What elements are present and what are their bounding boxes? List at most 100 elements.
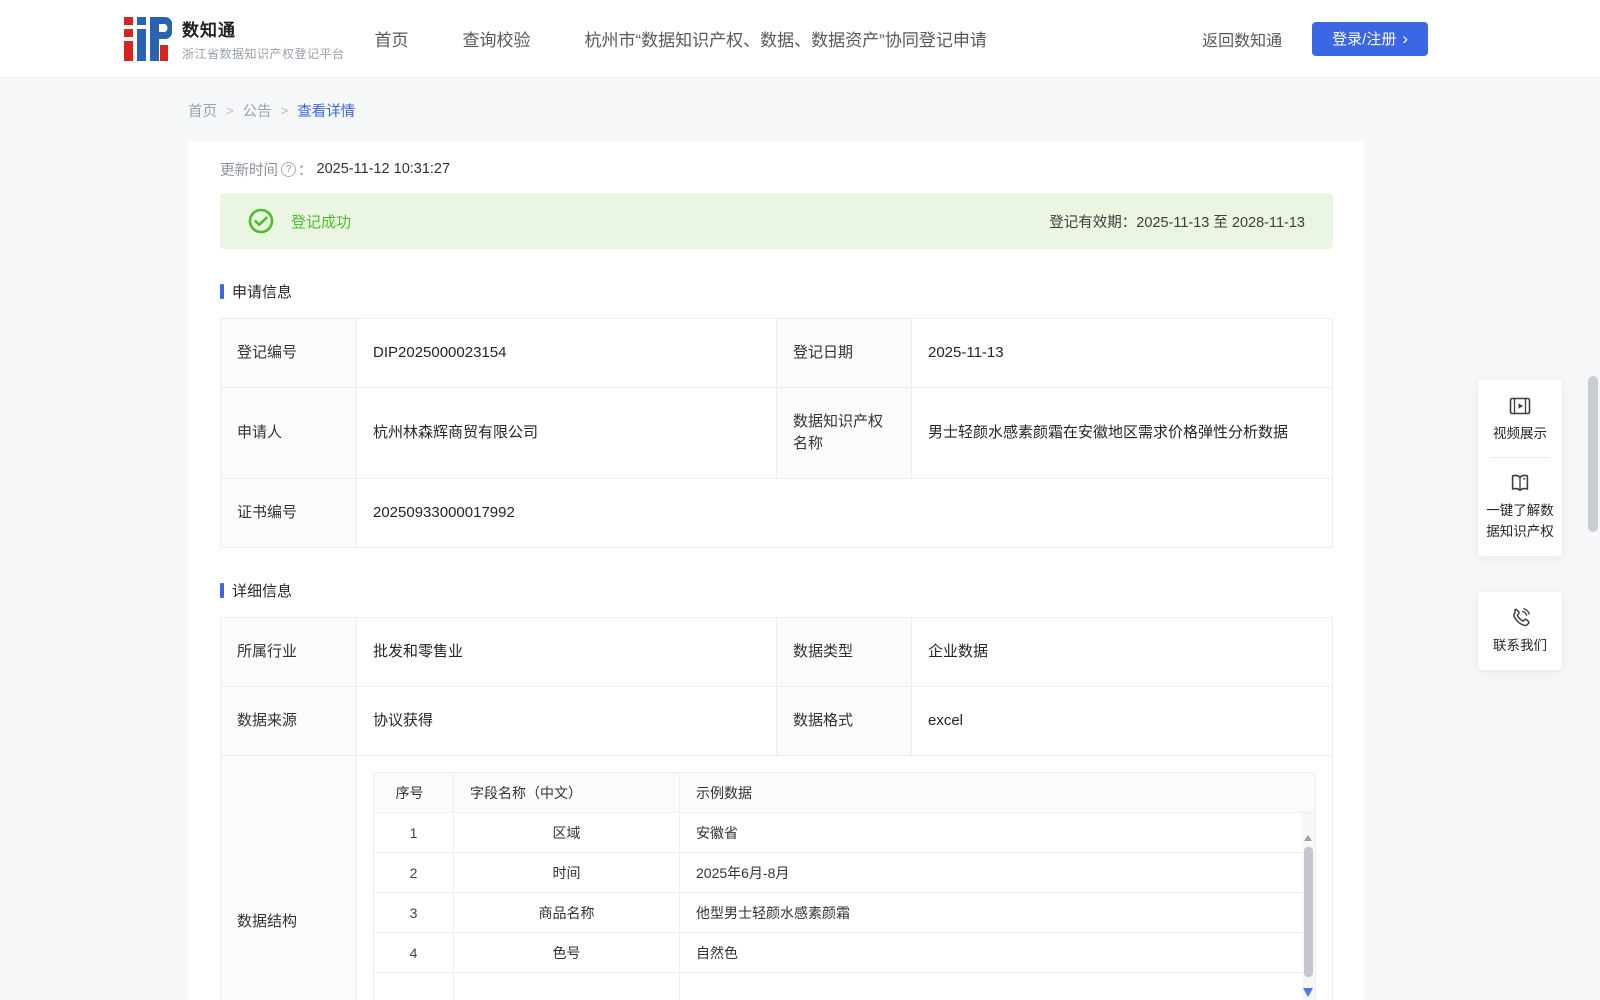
update-time-value: 2025-11-12 10:31:27 [316,161,451,177]
table-row: 登记编号 DIP2025000023154 登记日期 2025-11-13 [220,318,1333,388]
field-label: 数据格式 [776,686,912,756]
cell-field-name: 时间 [453,852,680,893]
registration-status-text: 登记成功 [291,213,352,231]
cell-sample-data: 安徽省 [679,812,1316,853]
success-check-icon [248,208,274,234]
field-value-registration-number: DIP2025000023154 [356,318,777,388]
breadcrumb-current: 查看详情 [297,104,356,120]
header-right: 返回数知通 登录/注册 › [1202,21,1428,56]
field-value-industry: 批发和零售业 [356,617,777,687]
table-row: 申请人 杭州林森辉商贸有限公司 数据知识产权名称 男士轻颜水感素颜霜在安徽地区需… [220,387,1333,479]
field-label: 登记编号 [220,318,357,388]
cell-sample-data: 2025年6月-8月 [679,852,1316,893]
field-value-data-source: 协议获得 [356,686,777,756]
field-label: 证书编号 [220,478,357,548]
nav-item-hangzhou-joint-registration[interactable]: 杭州市“数据知识产权、数据、数据资产”协同登记申请 [585,26,987,51]
data-structure-row: 数据结构 序号 字段名称（中文） 示例数据 1 区域 安徽省 2 时间 2025… [220,755,1333,1000]
detail-info-section-title: 详细信息 [232,583,293,600]
table-row: 所属行业 批发和零售业 数据类型 企业数据 [220,617,1333,687]
data-structure-cell: 序号 字段名称（中文） 示例数据 1 区域 安徽省 2 时间 2025年6月-8… [356,755,1333,1000]
update-time-label: 更新时间 [220,162,278,179]
col-header-index: 序号 [373,772,454,813]
field-value-data-type: 企业数据 [911,617,1333,687]
field-label-data-structure: 数据结构 [220,755,357,1000]
col-header-field-name: 字段名称（中文） [453,772,680,813]
main-nav: 首页 查询校验 杭州市“数据知识产权、数据、数据资产”协同登记申请 [375,26,987,51]
validity-period: 登记有效期：2025-11-13 至 2028-11-13 [1049,211,1305,232]
login-register-label: 登录/注册 [1332,31,1397,48]
validity-label: 登记有效期： [1049,214,1137,231]
field-label: 申请人 [220,387,357,479]
logo[interactable]: 数知通 浙江省数据知识产权登记平台 [124,16,345,62]
field-value-certificate-number: 20250933000017992 [356,478,1333,548]
login-register-button[interactable]: 登录/注册 › [1312,21,1428,56]
structure-table-scrollbar[interactable] [1302,813,1315,1000]
scroll-thumb[interactable] [1304,847,1313,977]
video-showcase-label: 视频展示 [1493,426,1547,441]
divider [1490,457,1550,458]
structure-table-row: 3 商品名称 他型男士轻颜水感素颜霜 [373,892,1316,933]
cell-index: 4 [373,932,454,973]
cell-field-name: 区域 [453,812,680,853]
page-scrollbar-thumb[interactable] [1588,376,1598,532]
table-row: 证书编号 20250933000017992 [220,478,1333,548]
field-value-ip-name: 男士轻颜水感素颜霜在安徽地区需求价格弹性分析数据 [911,387,1333,479]
nav-item-query-verify[interactable]: 查询校验 [463,26,531,51]
structure-table-wrap: 序号 字段名称（中文） 示例数据 1 区域 安徽省 2 时间 2025年6月-8… [373,772,1316,1000]
book-icon [1511,474,1529,491]
contact-us-button[interactable]: 联系我们 [1485,606,1555,656]
detail-card: 更新时间 ? ： 2025-11-12 10:31:27 登记成功 登记有效期：… [188,141,1364,1000]
one-click-guide-button[interactable]: 一键了解数据知识产权 [1485,471,1555,542]
structure-table-header-row: 序号 字段名称（中文） 示例数据 [373,772,1316,813]
detail-info-section-head: 详细信息 [220,580,1333,601]
structure-table-row-partial [373,972,1316,1000]
cell-field-name: 色号 [453,932,680,973]
breadcrumb: 首页 > 公告 > 查看详情 [188,100,1600,121]
logo-title: 数知通 [182,20,236,40]
cell-index: 3 [373,892,454,933]
col-header-sample-data: 示例数据 [679,772,1316,813]
video-showcase-button[interactable]: 视频展示 [1485,394,1555,444]
structure-table-row: 1 区域 安徽省 [373,812,1316,853]
question-circle-icon[interactable]: ? [281,161,296,177]
breadcrumb-separator: > [226,103,234,118]
contact-us-label: 联系我们 [1493,638,1547,653]
structure-table-row: 2 时间 2025年6月-8月 [373,852,1316,893]
field-value-registration-date: 2025-11-13 [911,318,1333,388]
field-label: 所属行业 [220,617,357,687]
registration-status-banner: 登记成功 登记有效期：2025-11-13 至 2028-11-13 [220,193,1333,249]
field-label: 登记日期 [776,318,912,388]
header: 数知通 浙江省数据知识产权登记平台 首页 查询校验 杭州市“数据知识产权、数据、… [0,0,1600,78]
apply-info-section-title: 申请信息 [232,284,293,301]
field-value-data-format: excel [911,686,1333,756]
cell-sample-data: 自然色 [679,932,1316,973]
table-row: 数据来源 协议获得 数据格式 excel [220,686,1333,756]
update-time-colon: ： [298,162,313,179]
cell-index: 1 [373,812,454,853]
breadcrumb-separator: > [280,103,289,118]
field-label: 数据知识产权名称 [776,387,912,479]
video-icon [1509,397,1531,415]
apply-info-table: 登记编号 DIP2025000023154 登记日期 2025-11-13 申请… [220,318,1333,548]
logo-text: 数知通 浙江省数据知识产权登记平台 [182,16,345,62]
back-to-shuzhitong-link[interactable]: 返回数知通 [1202,27,1282,51]
breadcrumb-home[interactable]: 首页 [188,100,217,121]
section-bar-icon [220,583,224,598]
breadcrumb-notice[interactable]: 公告 [243,100,272,121]
phone-icon [1513,608,1530,627]
contact-widget-panel: 联系我们 [1478,592,1562,670]
cell-field-name: 商品名称 [453,892,680,933]
structure-table-row: 4 色号 自然色 [373,932,1316,973]
nav-item-home[interactable]: 首页 [375,26,409,51]
structure-table: 序号 字段名称（中文） 示例数据 1 区域 安徽省 2 时间 2025年6月-8… [373,772,1316,1000]
logo-icon [124,16,172,61]
scroll-down-arrow-icon[interactable] [1303,988,1313,997]
apply-info-section-head: 申请信息 [220,281,1333,302]
cell-sample-data: 他型男士轻颜水感素颜霜 [679,892,1316,933]
cell-index: 2 [373,852,454,893]
logo-subtitle: 浙江省数据知识产权登记平台 [182,46,345,61]
scroll-up-arrow-icon[interactable] [1304,835,1312,841]
one-click-guide-label: 一键了解数据知识产权 [1486,503,1554,539]
validity-value: 2025-11-13 至 2028-11-13 [1136,214,1305,231]
field-value-applicant: 杭州林森辉商贸有限公司 [356,387,777,479]
